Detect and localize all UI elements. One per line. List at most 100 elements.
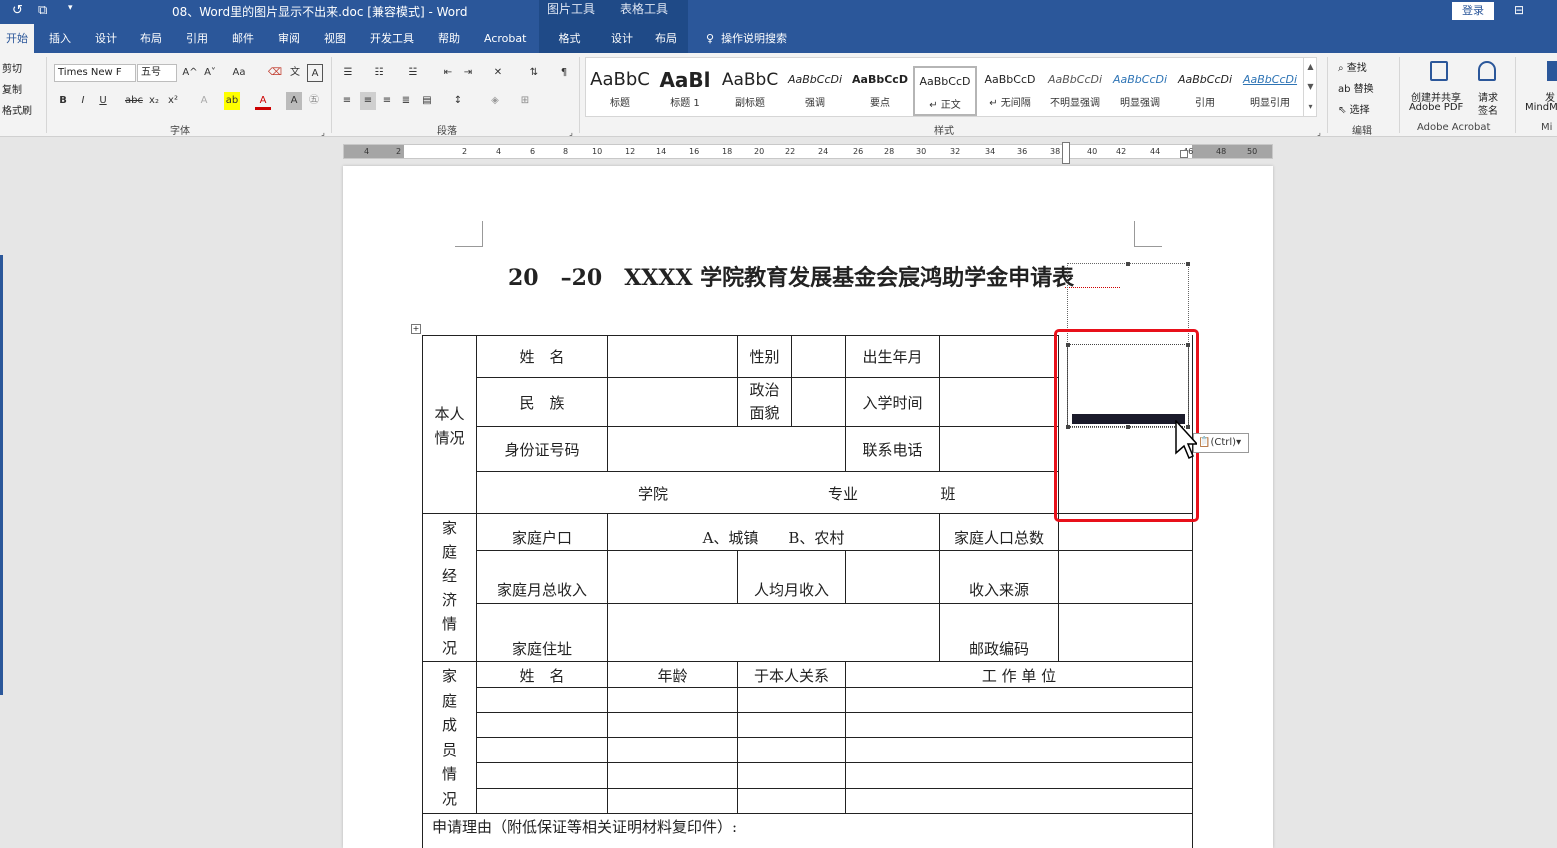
borders-icon[interactable]: ⊞ <box>515 92 535 110</box>
styles-scroll[interactable]: ▲ ▼ ▾ <box>1303 57 1317 117</box>
line-spacing-icon[interactable]: ↕ <box>448 92 468 110</box>
signature-label[interactable]: 签名 <box>1478 102 1498 117</box>
tab-review[interactable]: 审阅 <box>272 24 306 53</box>
phonetic-guide-icon[interactable]: 文 <box>287 64 303 82</box>
customize-qat-icon[interactable]: ▾ <box>68 3 73 13</box>
login-button[interactable]: 登录 <box>1452 2 1494 20</box>
find-button[interactable]: ⌕ 查找 <box>1338 59 1367 74</box>
font-color-icon[interactable]: A <box>255 92 271 110</box>
tab-acrobat[interactable]: Acrobat <box>478 24 532 53</box>
justify-icon[interactable]: ≣ <box>399 92 413 110</box>
tab-references[interactable]: 引用 <box>180 24 214 53</box>
increase-indent-icon[interactable]: ⇥ <box>460 64 476 82</box>
numbering-icon[interactable]: ☷ <box>371 64 387 82</box>
styles-dialog-launcher-icon[interactable]: ⌟ <box>1314 124 1324 142</box>
document-page[interactable]: 20 –20 XXXX 学院教育发展基金会宸鸿助学金申请表 + 本人 情况 姓 … <box>343 166 1273 848</box>
font-group-label: 字体 <box>170 126 190 137</box>
tab-developer[interactable]: 开发工具 <box>364 24 420 53</box>
text-effects-icon[interactable]: A <box>196 92 212 110</box>
chinese-layout-icon[interactable]: ✕ <box>487 64 509 82</box>
font-dialog-launcher-icon[interactable]: ⌟ <box>318 124 328 142</box>
scroll-down-icon[interactable]: ▼ <box>1307 82 1313 91</box>
table-move-handle[interactable]: + <box>411 324 421 334</box>
tab-view[interactable]: 视图 <box>318 24 352 53</box>
mouse-cursor-icon <box>1175 420 1197 460</box>
cut-button[interactable]: 剪切 <box>2 60 22 75</box>
change-case-icon[interactable]: Aa <box>228 64 250 82</box>
replace-label: 替换 <box>1353 84 1374 95</box>
style-strong[interactable]: AaBbCcD 要点 <box>848 66 912 116</box>
paste-options-button[interactable]: 📋(Ctrl)▾ <box>1193 433 1249 453</box>
decrease-indent-icon[interactable]: ⇤ <box>440 64 456 82</box>
align-left-icon[interactable]: ≡ <box>340 92 354 110</box>
highlight-icon[interactable]: ab <box>224 92 240 110</box>
distribute-icon[interactable]: ▤ <box>419 92 435 110</box>
underline-button[interactable]: U <box>96 92 110 110</box>
paragraph-dialog-launcher-icon[interactable]: ⌟ <box>566 124 576 142</box>
ruler-tick: 40 <box>1087 147 1098 156</box>
tab-format[interactable]: 格式 <box>539 24 600 53</box>
tab-design[interactable]: 设计 <box>89 24 123 53</box>
resize-handle[interactable] <box>1126 262 1130 266</box>
tab-table-layout[interactable]: 布局 <box>644 24 688 53</box>
multilevel-list-icon[interactable]: ☱ <box>403 64 423 82</box>
subscript-button[interactable]: x₂ <box>147 92 161 110</box>
style-no-spacing[interactable]: AaBbCcD ↵ 无间隔 <box>978 66 1042 116</box>
ribbon-display-icon[interactable]: ⊟ <box>1514 3 1524 17</box>
tab-mailings[interactable]: 邮件 <box>226 24 260 53</box>
cell-birth: 出生年月 <box>862 348 923 366</box>
tab-table-design[interactable]: 设计 <box>600 24 644 53</box>
style-emphasis[interactable]: AaBbCcDi 强调 <box>783 66 847 116</box>
bullets-icon[interactable]: ☰ <box>340 64 356 82</box>
shading-icon[interactable]: ◈ <box>487 92 503 110</box>
picture-tools-label: 图片工具 <box>539 0 604 24</box>
style-quote[interactable]: AaBbCcDi 引用 <box>1173 66 1237 116</box>
align-right-icon[interactable]: ≡ <box>380 92 394 110</box>
tell-me-search[interactable]: ♀ 操作说明搜索 <box>700 24 793 53</box>
sort-icon[interactable]: ⇅ <box>526 64 542 82</box>
create-pdf-label2[interactable]: Adobe PDF <box>1409 102 1463 113</box>
style-intense-quote[interactable]: AaBbCcDi 明显引用 <box>1238 66 1302 116</box>
style-subtle-emphasis[interactable]: AaBbCcDi 不明显强调 <box>1043 66 1107 116</box>
style-subtitle[interactable]: AaBbC 副标题 <box>718 66 782 116</box>
align-center-icon[interactable]: ≡ <box>360 92 376 110</box>
touch-mode-icon[interactable]: ⧉ <box>38 3 47 18</box>
resize-handle[interactable] <box>1186 262 1190 266</box>
char-border-icon[interactable]: A <box>307 64 323 82</box>
undo-icon[interactable]: ↺ <box>12 3 23 18</box>
tab-layout[interactable]: 布局 <box>134 24 168 53</box>
shrink-font-icon[interactable]: A˅ <box>202 64 218 82</box>
italic-button[interactable]: I <box>76 92 90 110</box>
font-size-combo[interactable]: 五号 <box>137 64 177 82</box>
style-normal[interactable]: AaBbCcD ↵ 正文 <box>913 66 977 116</box>
style-intense-emphasis[interactable]: AaBbCcDi 明显强调 <box>1108 66 1172 116</box>
right-indent-marker[interactable] <box>1180 150 1188 158</box>
copy-button[interactable]: 复制 <box>2 81 22 96</box>
mindmanager-label[interactable]: MindM <box>1525 102 1557 113</box>
tab-insert[interactable]: 插入 <box>43 24 77 53</box>
show-marks-icon[interactable]: ¶ <box>556 64 572 82</box>
select-button[interactable]: ⇖ 选择 <box>1338 101 1370 116</box>
style-heading1[interactable]: AaBl 标题 1 <box>653 66 717 116</box>
indent-marker[interactable] <box>1062 142 1070 164</box>
bold-button[interactable]: B <box>56 92 70 110</box>
font-name-combo[interactable]: Times New F <box>54 64 136 82</box>
tab-help[interactable]: 帮助 <box>432 24 466 53</box>
clear-format-icon[interactable]: ⌫ <box>267 64 283 82</box>
replace-button[interactable]: ab 替换 <box>1338 80 1374 95</box>
more-styles-icon[interactable]: ▾ <box>1308 102 1312 111</box>
style-title[interactable]: AaBbC 标题 <box>588 66 652 116</box>
style-name: 标题 <box>610 98 630 109</box>
strikethrough-button[interactable]: abc <box>124 92 144 110</box>
table-line <box>422 813 1193 814</box>
document-title: 08、Word里的图片显示不出来.doc [兼容模式] - Word <box>172 5 468 19</box>
tab-home[interactable]: 开始 <box>0 24 34 53</box>
superscript-button[interactable]: x² <box>166 92 180 110</box>
enclose-char-icon[interactable]: ㊄ <box>306 92 322 110</box>
char-shading-icon[interactable]: A <box>286 92 302 110</box>
ruler-tick: 36 <box>1017 147 1028 156</box>
format-painter-button[interactable]: 格式刷 <box>2 102 32 117</box>
grow-font-icon[interactable]: A^ <box>182 64 198 82</box>
horizontal-ruler[interactable]: 4 2 2 4 6 8 10 12 14 16 18 20 22 24 26 2… <box>343 144 1273 159</box>
scroll-up-icon[interactable]: ▲ <box>1307 62 1313 71</box>
